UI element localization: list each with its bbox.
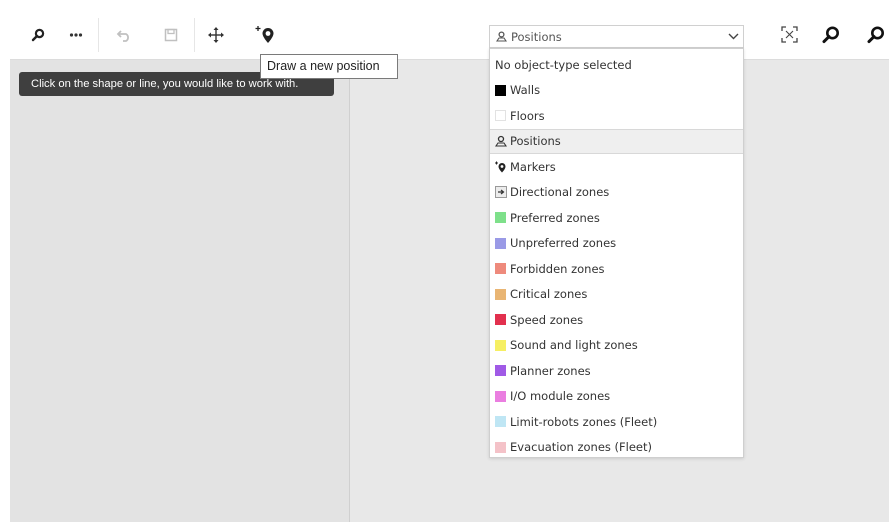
dropdown-option[interactable]: Forbidden zones [490,256,743,282]
color-swatch [495,339,506,351]
chevron-down-wrap [723,33,743,40]
zoom-out-icon [867,26,884,43]
dropdown-option-label: Limit-robots zones (Fleet) [510,414,658,429]
dropdown-option-label: Planner zones [510,363,591,378]
color-swatch [495,212,506,224]
dropdown-option[interactable]: Speed zones [490,307,743,333]
dropdown-option-label: Unpreferred zones [510,236,617,251]
directional-zone-icon [495,186,507,199]
dropdown-option[interactable]: Markers [490,154,743,180]
undo-button[interactable] [108,10,140,59]
fit-screen-icon [780,26,798,43]
dropdown-option-label: Walls [510,83,541,98]
dropdown-option-label: Forbidden zones [510,261,605,276]
map-toolbar [10,10,889,60]
zoom-in-icon [822,26,839,43]
dropdown-option[interactable]: Critical zones [490,282,743,308]
tooltip-draw-position: Draw a new position [260,54,398,79]
search-button[interactable] [22,10,54,59]
color-swatch [495,314,506,326]
dropdown-option[interactable]: Floors [490,103,743,129]
toolbar-divider [98,18,99,52]
search-icon [31,28,45,41]
dropdown-option[interactable]: Directional zones [490,180,743,206]
dropdown-option-label: No object-type selected [495,57,632,72]
color-swatch [495,288,506,300]
color-swatch [495,237,506,249]
color-swatch [495,263,506,275]
option-icon-wrap [495,186,507,199]
zoom-out-button[interactable] [860,10,889,59]
map-canvas-left[interactable] [10,60,350,522]
object-type-select[interactable]: Positions [489,25,744,48]
add-position-button[interactable] [250,10,282,59]
move-icon [208,26,224,43]
undo-icon [116,29,129,42]
fit-screen-button[interactable] [773,10,805,59]
add-position-icon [255,25,274,43]
position-icon [496,31,507,42]
dropdown-option-label: Directional zones [510,185,610,200]
color-swatch [495,390,506,402]
dropdown-option[interactable]: Evacuation zones (Fleet) [490,435,743,461]
dropdown-option[interactable]: Unpreferred zones [490,231,743,257]
dropdown-option-label: Positions [510,134,561,149]
dropdown-option[interactable]: I/O module zones [490,384,743,410]
dropdown-option-label: Markers [510,159,556,174]
dropdown-option-label: Floors [510,108,545,123]
position-icon [495,136,507,147]
object-type-dropdown: No object-type selected Walls Floors Positi… [489,48,744,458]
dropdown-option[interactable]: No object-type selected [490,52,743,78]
color-swatch [495,365,506,377]
dropdown-option[interactable]: Walls [490,78,743,104]
dropdown-option[interactable]: Sound and light zones [490,333,743,359]
option-icon-wrap [495,161,507,173]
more-icon [69,32,83,37]
dropdown-option[interactable]: Planner zones [490,358,743,384]
option-icon-wrap [495,135,507,147]
dropdown-option-label: Speed zones [510,312,584,327]
dropdown-option[interactable]: Limit-robots zones (Fleet) [490,409,743,435]
more-button[interactable] [60,10,92,59]
color-swatch [495,416,506,428]
color-swatch [495,110,506,122]
color-swatch [495,441,506,453]
dropdown-option-label: I/O module zones [510,389,611,404]
dropdown-option[interactable]: Positions [490,128,743,154]
dropdown-option-label: Preferred zones [510,210,600,225]
dropdown-option-label: Evacuation zones (Fleet) [510,440,652,455]
color-swatch [495,84,506,96]
chevron-down-icon [728,33,738,40]
save-icon [164,28,178,41]
dropdown-option-label: Critical zones [510,287,588,302]
zoom-in-button[interactable] [815,10,847,59]
save-button[interactable] [155,10,187,59]
dropdown-option[interactable]: Preferred zones [490,205,743,231]
select-label-wrap: Positions [496,30,723,44]
toolbar-divider [194,18,195,52]
dropdown-option-label: Sound and light zones [510,338,638,353]
move-button[interactable] [200,10,232,59]
marker-icon [495,161,506,173]
select-value: Positions [511,29,562,44]
